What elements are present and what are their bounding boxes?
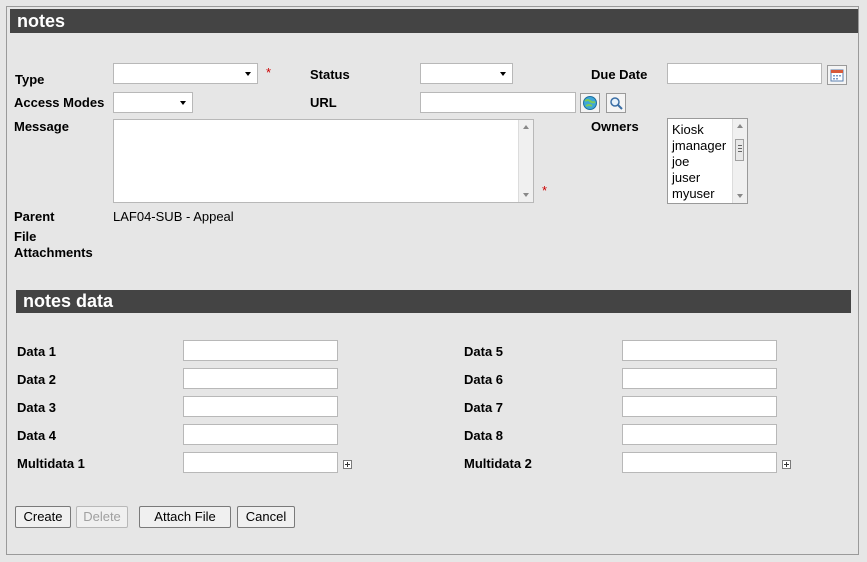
search-icon — [610, 97, 623, 110]
access-modes-label: Access Modes — [14, 95, 105, 110]
chevron-down-icon — [180, 101, 186, 105]
open-url-button[interactable] — [580, 93, 600, 113]
owner-option[interactable]: Kiosk — [672, 122, 704, 137]
chevron-down-icon — [245, 72, 251, 76]
data-3-label: Data 3 — [17, 400, 57, 415]
owner-option[interactable]: joe — [672, 154, 689, 169]
create-button[interactable]: Create — [15, 506, 71, 528]
url-label: URL — [310, 95, 337, 110]
type-select[interactable] — [113, 63, 258, 84]
due-date-label: Due Date — [591, 67, 648, 82]
data-1-input[interactable] — [183, 340, 338, 361]
parent-value: LAF04-SUB - Appeal — [113, 209, 234, 224]
scroll-up-icon — [523, 125, 529, 129]
multidata-2-label: Multidata 2 — [464, 456, 532, 471]
delete-button[interactable]: Delete — [76, 506, 128, 528]
multidata-2-input[interactable] — [622, 452, 777, 473]
multidata-1-label: Multidata 1 — [17, 456, 85, 471]
type-required-marker: * — [266, 65, 272, 80]
message-textarea[interactable] — [113, 119, 534, 203]
globe-icon — [583, 96, 597, 110]
owners-scrollbar[interactable] — [732, 119, 747, 203]
notes-section-title: notes — [17, 11, 66, 31]
scroll-up-icon — [737, 124, 743, 128]
data-8-input[interactable] — [622, 424, 777, 445]
data-8-label: Data 8 — [464, 428, 504, 443]
calendar-icon — [830, 69, 844, 82]
add-multidata-1-icon[interactable] — [343, 460, 352, 469]
status-label: Status — [310, 67, 350, 82]
calendar-button[interactable] — [827, 65, 847, 85]
attachments-label: Attachments — [14, 245, 93, 260]
due-date-input[interactable] — [667, 63, 822, 84]
scroll-down-icon — [737, 194, 743, 198]
owner-option[interactable]: jmanager — [672, 138, 726, 153]
data-1-label: Data 1 — [17, 344, 57, 359]
owners-listbox[interactable]: Kiosk jmanager joe juser myuser — [667, 118, 748, 204]
notes-data-section-title: notes data — [23, 291, 114, 311]
notes-data-section-header: notes data — [16, 290, 851, 313]
status-select[interactable] — [420, 63, 513, 84]
chevron-down-icon — [500, 72, 506, 76]
type-label: Type — [15, 72, 45, 87]
file-label: File — [14, 229, 37, 244]
data-5-label: Data 5 — [464, 344, 504, 359]
message-scrollbar[interactable] — [518, 120, 533, 202]
owners-label: Owners — [591, 119, 639, 134]
scroll-thumb[interactable] — [735, 139, 744, 161]
data-5-input[interactable] — [622, 340, 777, 361]
data-4-input[interactable] — [183, 424, 338, 445]
multidata-1-input[interactable] — [183, 452, 338, 473]
cancel-button[interactable]: Cancel — [237, 506, 295, 528]
owner-option[interactable]: juser — [672, 170, 700, 185]
access-modes-select[interactable] — [113, 92, 193, 113]
data-7-label: Data 7 — [464, 400, 504, 415]
data-7-input[interactable] — [622, 396, 777, 417]
data-6-input[interactable] — [622, 368, 777, 389]
add-multidata-2-icon[interactable] — [782, 460, 791, 469]
data-4-label: Data 4 — [17, 428, 57, 443]
url-input[interactable] — [420, 92, 576, 113]
data-3-input[interactable] — [183, 396, 338, 417]
owner-option[interactable]: myuser — [672, 186, 715, 201]
data-2-input[interactable] — [183, 368, 338, 389]
scroll-down-icon — [523, 193, 529, 197]
message-label: Message — [14, 119, 69, 134]
notes-section-header: notes — [10, 9, 858, 33]
message-required-marker: * — [542, 183, 548, 198]
data-6-label: Data 6 — [464, 372, 504, 387]
attach-file-button[interactable]: Attach File — [139, 506, 231, 528]
data-2-label: Data 2 — [17, 372, 57, 387]
search-url-button[interactable] — [606, 93, 626, 113]
parent-label: Parent — [14, 209, 55, 224]
